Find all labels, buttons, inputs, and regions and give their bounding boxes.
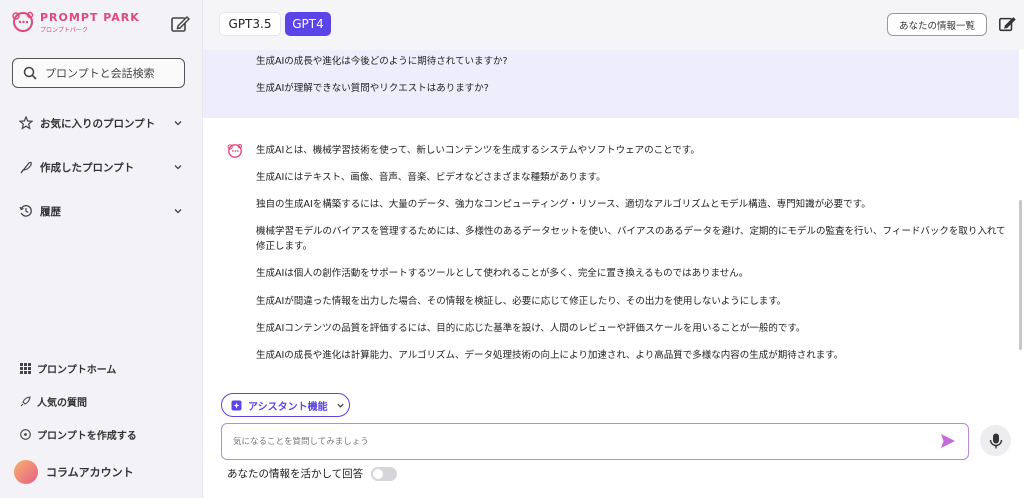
edit-icon[interactable] bbox=[998, 15, 1016, 33]
user-message-line: 生成AIの成長や進化は今後どのように期待されていますか? bbox=[256, 56, 508, 67]
sidebar-item-favorites[interactable]: お気に入りのプロンプト bbox=[18, 112, 183, 134]
feather-icon bbox=[18, 160, 33, 175]
sidebar-item-label: プロンプトを作成する bbox=[37, 431, 137, 442]
history-icon bbox=[18, 204, 33, 219]
sidebar-item-create-prompt[interactable]: プロンプトを作成する bbox=[20, 427, 137, 442]
assistant-paragraph: 生成AIの成長や進化は計算能力、アルゴリズム、データ処理技術の向上により加速され… bbox=[256, 350, 844, 361]
assistant-paragraph: 生成AIが間違った情報を出力した場合、その情報を検証し、必要に応じて修正したり、… bbox=[256, 296, 787, 307]
chat-input[interactable] bbox=[233, 436, 913, 447]
search-input[interactable] bbox=[45, 66, 175, 80]
sidebar-item-created[interactable]: 作成したプロンプト bbox=[18, 156, 183, 178]
sidebar-item-popular[interactable]: 人気の質問 bbox=[20, 394, 87, 409]
user-message-line: 生成AIが理解できない質問やリクエストはありますか? bbox=[256, 83, 489, 94]
sidebar-item-prompt-home[interactable]: プロンプトホーム bbox=[20, 361, 116, 376]
account[interactable]: コラムアカウント bbox=[14, 460, 134, 484]
assistant-paragraph: 生成AIとは、機械学習技術を使って、新しいコンテンツを生成するシステムやソフトウ… bbox=[256, 145, 700, 156]
rocket-icon bbox=[20, 396, 31, 407]
assistant-paragraph: 生成AIにはテキスト、画像、音声、音楽、ビデオなどさまざまな種類があります。 bbox=[256, 172, 606, 183]
mic-button[interactable] bbox=[980, 425, 1011, 456]
search-icon bbox=[23, 66, 37, 80]
chevron-down-icon bbox=[336, 403, 344, 408]
model-gpt35-button[interactable]: GPT3.5 bbox=[219, 12, 281, 36]
new-chat-icon[interactable] bbox=[170, 14, 190, 34]
scrollbar[interactable] bbox=[1019, 200, 1022, 350]
chevron-down-icon bbox=[174, 165, 182, 170]
personalize-toggle-label: あなたの情報を活かして回答 bbox=[227, 468, 364, 480]
sidebar: PROMPT PARK プロンプトパーク お気に入りのプロンプト 作成したプロン… bbox=[0, 0, 203, 498]
account-name: コラムアカウント bbox=[46, 466, 134, 479]
assistant-icon bbox=[231, 400, 242, 410]
assistant-paragraph: 生成AIコンテンツの品質を評価するには、目的に応じた基準を設け、人間のレビューや… bbox=[256, 323, 806, 334]
sidebar-item-label: お気に入りのプロンプト bbox=[40, 117, 156, 130]
assistant-paragraph: 機械学習モデルのバイアスを管理するためには、多様性のあるデータセットを使い、バイ… bbox=[256, 226, 1006, 252]
sidebar-item-history[interactable]: 履歴 bbox=[18, 200, 183, 222]
mic-icon bbox=[989, 433, 1002, 448]
logo-name: PROMPT PARK bbox=[40, 10, 140, 24]
user-message: 生成AIの成長や進化は今後どのように期待されていますか? 生成AIが理解できない… bbox=[203, 50, 1019, 118]
grid-icon bbox=[20, 363, 31, 374]
header: GPT3.5 GPT4 あなたの情報一覧 bbox=[203, 0, 1024, 50]
info-list-button[interactable]: あなたの情報一覧 bbox=[887, 13, 987, 36]
logo-icon bbox=[12, 11, 34, 32]
chevron-down-icon bbox=[174, 209, 182, 214]
sidebar-item-label: 履歴 bbox=[40, 205, 61, 218]
sidebar-item-label: プロンプトホーム bbox=[37, 365, 117, 376]
logo[interactable]: PROMPT PARK プロンプトパーク bbox=[10, 9, 140, 35]
logo-subtitle: プロンプトパーク bbox=[40, 26, 88, 34]
assistant-avatar bbox=[224, 140, 246, 162]
chevron-down-icon bbox=[174, 121, 182, 126]
model-gpt4-button[interactable]: GPT4 bbox=[285, 12, 331, 36]
assistant-feature-label: アシスタント機能 bbox=[248, 401, 328, 413]
plus-circle-icon bbox=[20, 429, 31, 440]
toggle-knob bbox=[373, 468, 384, 479]
star-icon bbox=[18, 116, 33, 131]
assistant-paragraph: 生成AIは個人の創作活動をサポートするツールとして使われることが多く、完全に置き… bbox=[256, 268, 749, 279]
logo-icon bbox=[227, 143, 243, 158]
search-box[interactable] bbox=[12, 58, 185, 88]
personalize-toggle-row: あなたの情報を活かして回答 bbox=[227, 466, 398, 481]
send-icon[interactable] bbox=[939, 432, 957, 450]
sidebar-item-label: 人気の質問 bbox=[37, 398, 87, 409]
avatar bbox=[14, 460, 38, 484]
chat-input-box[interactable] bbox=[221, 423, 969, 460]
assistant-paragraph: 独自の生成AIを構築するには、大量のデータ、強力なコンピューティング・リソース、… bbox=[256, 199, 871, 210]
sidebar-item-label: 作成したプロンプト bbox=[40, 161, 135, 174]
personalize-toggle[interactable] bbox=[371, 466, 398, 481]
assistant-feature-button[interactable]: アシスタント機能 bbox=[221, 393, 350, 417]
